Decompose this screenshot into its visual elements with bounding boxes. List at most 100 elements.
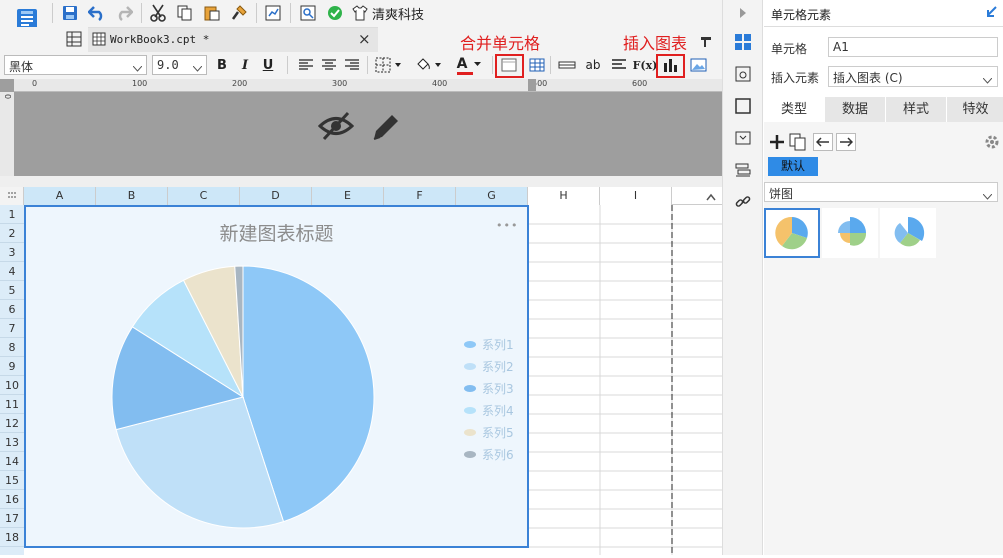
pin-icon[interactable] bbox=[696, 32, 716, 52]
font-color-select[interactable]: A bbox=[452, 55, 488, 75]
column-header[interactable]: G bbox=[456, 187, 528, 205]
font-name-select[interactable]: 黑体 bbox=[4, 55, 147, 75]
row-header[interactable]: 16 bbox=[0, 490, 24, 509]
tab-style[interactable]: 样式 bbox=[886, 97, 946, 122]
pie-type-thumb-basic[interactable] bbox=[764, 208, 820, 258]
select-all-corner[interactable] bbox=[0, 187, 24, 205]
legend-item[interactable]: 系列5 bbox=[464, 421, 514, 443]
row-header[interactable]: 17 bbox=[0, 509, 24, 528]
column-header[interactable]: C bbox=[168, 187, 240, 205]
legend-item[interactable]: 系列2 bbox=[464, 355, 514, 377]
tab-type[interactable]: 类型 bbox=[764, 97, 824, 122]
align-center-icon[interactable] bbox=[319, 55, 339, 75]
edit-pencil-icon[interactable] bbox=[370, 111, 402, 146]
row-header[interactable]: 14 bbox=[0, 452, 24, 471]
fill-color-select[interactable] bbox=[414, 55, 446, 75]
wrap-text-button[interactable]: ab bbox=[583, 55, 603, 75]
border-select[interactable] bbox=[374, 55, 406, 75]
ruler-tick: 300 bbox=[332, 79, 348, 88]
column-header[interactable]: E bbox=[312, 187, 384, 205]
undo-icon[interactable] bbox=[87, 3, 107, 23]
row-header[interactable]: 2 bbox=[0, 224, 24, 243]
chart-type-select[interactable]: 饼图 bbox=[764, 182, 998, 202]
row-header[interactable]: 18 bbox=[0, 528, 24, 547]
row-header[interactable]: 3 bbox=[0, 243, 24, 262]
formula-button[interactable]: F(x) bbox=[633, 55, 658, 75]
brand-button[interactable]: 清爽科技 bbox=[352, 3, 432, 23]
default-chart-tag[interactable]: 默认 bbox=[768, 157, 818, 176]
row-header[interactable]: 12 bbox=[0, 414, 24, 433]
paste-icon[interactable] bbox=[202, 3, 222, 23]
cut-icon[interactable] bbox=[148, 3, 168, 23]
pie-type-thumb-variable[interactable] bbox=[822, 208, 878, 258]
insert-row-icon[interactable] bbox=[557, 55, 577, 75]
report-preview-icon[interactable] bbox=[263, 3, 283, 23]
text-lines-icon[interactable] bbox=[609, 55, 629, 75]
check-icon[interactable] bbox=[325, 3, 345, 23]
bold-button[interactable]: B bbox=[212, 55, 232, 75]
format-painter-icon[interactable] bbox=[229, 3, 249, 23]
save-icon[interactable] bbox=[60, 3, 80, 23]
condition-icon[interactable] bbox=[733, 160, 753, 180]
legend-item[interactable]: 系列3 bbox=[464, 377, 514, 399]
chart-container[interactable]: 新建图表标题 ••• 系列1 系列2 系列3 系列4 系列5 系列6 bbox=[24, 205, 529, 548]
merge-cells-highlight bbox=[495, 54, 524, 78]
insert-element-select[interactable]: 插入图表 (C) bbox=[828, 66, 998, 87]
designer-area: 清爽科技 WorkBook3.cpt * × 黑体 9.0 B I U A ab… bbox=[0, 0, 722, 555]
legend-item[interactable]: 系列4 bbox=[464, 399, 514, 421]
main-toolbar: 清爽科技 bbox=[0, 0, 722, 45]
column-header[interactable]: A bbox=[24, 187, 96, 205]
legend-item[interactable]: 系列6 bbox=[464, 443, 514, 465]
legend-item[interactable]: 系列1 bbox=[464, 333, 514, 355]
add-icon[interactable] bbox=[768, 133, 786, 154]
row-header[interactable]: 15 bbox=[0, 471, 24, 490]
column-header[interactable]: H bbox=[528, 187, 600, 205]
tab-close-icon[interactable]: × bbox=[358, 30, 371, 48]
font-size-select[interactable]: 9.0 bbox=[152, 55, 207, 75]
underline-button[interactable]: U bbox=[258, 55, 278, 75]
row-header[interactable]: 4 bbox=[0, 262, 24, 281]
pin-arrow-icon[interactable] bbox=[986, 6, 998, 21]
cell-element-tab-icon[interactable] bbox=[733, 32, 753, 52]
split-cells-button[interactable] bbox=[527, 55, 547, 75]
cell-attribute-icon[interactable] bbox=[733, 64, 753, 84]
gear-icon[interactable] bbox=[983, 133, 1001, 154]
row-header[interactable]: 8 bbox=[0, 338, 24, 357]
widget-icon[interactable] bbox=[733, 128, 753, 148]
pie-type-thumb-rose[interactable] bbox=[880, 208, 936, 258]
column-header[interactable]: I bbox=[600, 187, 672, 205]
column-header[interactable]: F bbox=[384, 187, 456, 205]
frame-icon[interactable] bbox=[733, 96, 753, 116]
cell-grid-icon[interactable] bbox=[64, 29, 84, 49]
row-header[interactable]: 11 bbox=[0, 395, 24, 414]
cell-input[interactable]: A1 bbox=[828, 37, 998, 57]
row-header[interactable]: 9 bbox=[0, 357, 24, 376]
align-left-icon[interactable] bbox=[296, 55, 316, 75]
tab-workbook3[interactable]: WorkBook3.cpt * × bbox=[88, 27, 378, 52]
redo-icon[interactable] bbox=[114, 3, 134, 23]
row-header[interactable]: 6 bbox=[0, 300, 24, 319]
pie-chart bbox=[111, 265, 375, 529]
chevron-right-icon[interactable] bbox=[733, 3, 753, 23]
align-right-icon[interactable] bbox=[342, 55, 362, 75]
row-header[interactable]: 13 bbox=[0, 433, 24, 452]
row-header[interactable]: 10 bbox=[0, 376, 24, 395]
italic-button[interactable]: I bbox=[235, 55, 255, 75]
row-header[interactable]: 7 bbox=[0, 319, 24, 338]
move-left-icon[interactable] bbox=[813, 133, 833, 151]
search-preview-icon[interactable] bbox=[298, 3, 318, 23]
hide-eye-icon[interactable] bbox=[317, 111, 355, 144]
copy-chart-icon[interactable] bbox=[789, 133, 807, 154]
row-header[interactable]: 5 bbox=[0, 281, 24, 300]
move-right-icon[interactable] bbox=[836, 133, 856, 151]
column-header[interactable]: B bbox=[96, 187, 168, 205]
ruler-marker[interactable] bbox=[528, 79, 536, 91]
copy-icon[interactable] bbox=[175, 3, 195, 23]
row-header[interactable]: 1 bbox=[0, 205, 24, 224]
scroll-up-icon[interactable] bbox=[706, 190, 716, 204]
tab-effects[interactable]: 特效 bbox=[947, 97, 1003, 122]
tab-data[interactable]: 数据 bbox=[825, 97, 885, 122]
column-header[interactable]: D bbox=[240, 187, 312, 205]
insert-image-icon[interactable] bbox=[688, 55, 708, 75]
hyperlink-icon[interactable] bbox=[733, 192, 753, 212]
